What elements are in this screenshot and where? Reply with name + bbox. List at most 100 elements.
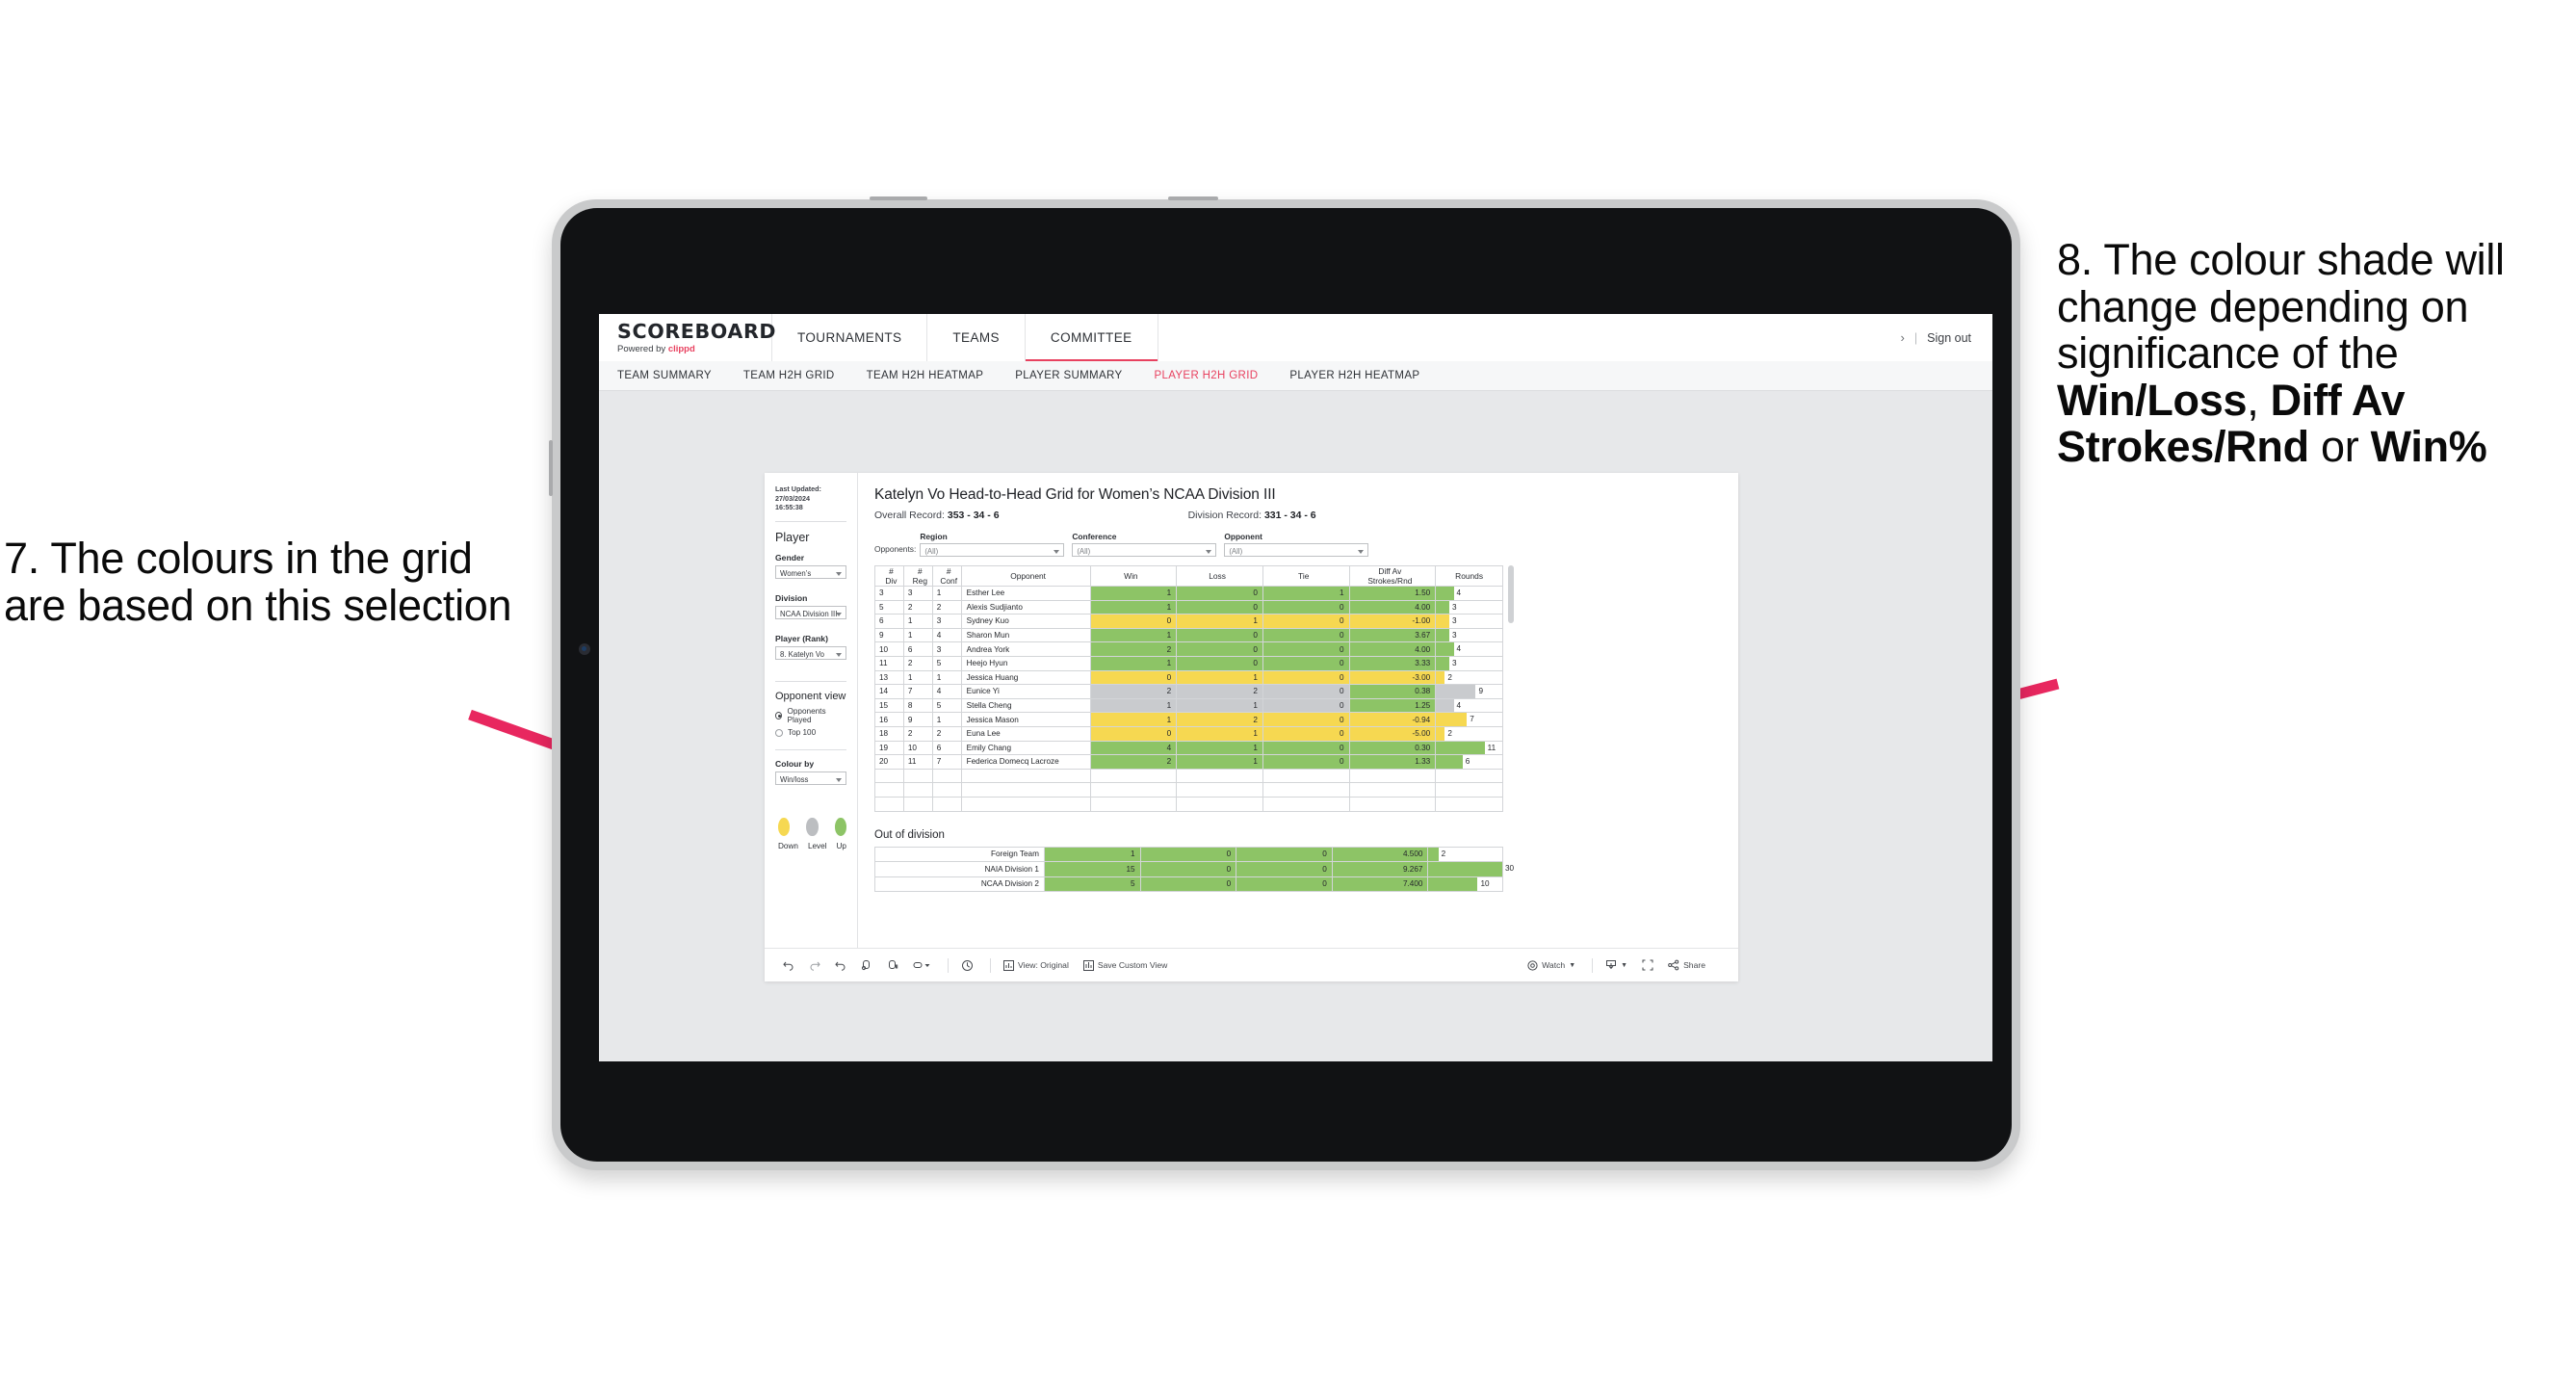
rounds-value: 2 [1441, 849, 1446, 858]
cell-win: 2 [1089, 754, 1178, 770]
pause-data-icon[interactable] [887, 959, 898, 971]
cell-diff: 4.500 [1331, 846, 1429, 862]
cell-conf: 2 [931, 599, 962, 615]
col-conf: # Conf [931, 565, 962, 587]
watch-button[interactable]: Watch ▼ [1527, 959, 1575, 971]
nav-tab-teams-label: TEAMS [952, 330, 1000, 345]
conference-filter-select[interactable]: (All) [1072, 543, 1217, 557]
nav-tab-committee-label: COMMITTEE [1050, 330, 1132, 345]
rounds-value: 2 [1447, 672, 1452, 682]
legend-label-down: Down [778, 842, 798, 851]
cell-empty [1089, 796, 1178, 812]
cell-empty [1089, 782, 1178, 798]
rounds-value: 4 [1456, 644, 1462, 654]
view-original-label: View: Original [1018, 960, 1069, 970]
subtab-player-h2h-heatmap[interactable]: PLAYER H2H HEATMAP [1289, 370, 1419, 381]
table-row: 3 3 1 Esther Lee 1 0 1 1.50 4 [874, 586, 1503, 601]
nav-tab-committee[interactable]: COMMITTEE [1025, 314, 1158, 362]
cell-empty [902, 768, 933, 784]
division-record: Division Record: 331 - 34 - 6 [1188, 510, 1316, 521]
brand-title: SCOREBOARD [617, 319, 777, 343]
redo-icon[interactable] [809, 959, 820, 971]
grid-scrollbar-thumb[interactable] [1508, 565, 1514, 623]
share-button[interactable]: Share [1668, 959, 1705, 971]
cell-opponent: Esther Lee [960, 586, 1091, 601]
gender-value: Women’s [780, 568, 812, 578]
division-record-value: 331 - 34 - 6 [1263, 510, 1316, 521]
annotation-right-text: 8. The colour shade will change dependin… [2057, 236, 2576, 472]
cell-empty [1435, 768, 1503, 784]
cell-empty [960, 782, 1091, 798]
radio-opponents-played[interactable]: Opponents Played [775, 707, 846, 724]
rounds-bar [1436, 642, 1454, 656]
revert-icon[interactable] [835, 959, 846, 971]
cell-loss: 0 [1176, 655, 1263, 671]
cell-win: 1 [1043, 846, 1141, 862]
alerts-icon[interactable] [961, 959, 974, 972]
cell-tie: 0 [1262, 740, 1350, 756]
toolbar-divider [948, 957, 949, 973]
cell-win: 1 [1089, 655, 1178, 671]
cell-empty [1176, 768, 1263, 784]
divider [775, 749, 846, 751]
colour-by-select[interactable]: Win/loss [775, 771, 846, 786]
refresh-data-icon[interactable] [861, 959, 872, 971]
subtab-player-summary[interactable]: PLAYER SUMMARY [1015, 370, 1122, 381]
col-diff-l1: Diff Av [1378, 566, 1402, 576]
highlight-icon[interactable] [913, 959, 931, 971]
annotation-right-bold-winpct: Win% [2370, 422, 2487, 472]
rounds-bar [1436, 741, 1485, 755]
subtab-team-h2h-heatmap[interactable]: TEAM H2H HEATMAP [867, 370, 984, 381]
gender-label: Gender [775, 553, 805, 563]
division-select[interactable]: NCAA Division III [775, 606, 846, 620]
region-filter-select[interactable]: (All) [920, 543, 1065, 557]
cell-reg: 1 [902, 669, 933, 686]
cell-diff: 7.400 [1331, 876, 1429, 892]
rounds-bar [1436, 587, 1454, 600]
sign-out-link[interactable]: Sign out [1927, 331, 1971, 345]
download-button[interactable]: ▼ [1605, 959, 1627, 971]
save-custom-view-button[interactable]: Save Custom View [1082, 959, 1167, 971]
cell-empty [931, 782, 962, 798]
table-row: 14 7 4 Eunice Yi 2 2 0 0.38 9 [874, 684, 1503, 699]
undo-icon[interactable] [783, 959, 794, 971]
subtab-team-summary[interactable]: TEAM SUMMARY [617, 370, 712, 381]
cell-div: 19 [874, 740, 904, 756]
nav-tab-teams[interactable]: TEAMS [927, 314, 1026, 361]
cell-empty [1176, 782, 1263, 798]
cell-conf: 4 [931, 627, 962, 643]
radio-top-100[interactable]: Top 100 [775, 728, 846, 737]
radio-opponents-played-label: Opponents Played [787, 707, 826, 725]
table-row-empty [874, 796, 1503, 812]
chevron-down-icon: ▼ [1621, 961, 1628, 969]
view-original-button[interactable]: View: Original [1003, 959, 1069, 971]
subtab-player-h2h-grid[interactable]: PLAYER H2H GRID [1154, 370, 1258, 381]
opponent-filter-select[interactable]: (All) [1224, 543, 1369, 557]
cell-win: 0 [1089, 614, 1178, 629]
cell-rounds: 2 [1435, 669, 1503, 686]
radio-selected-icon [775, 712, 783, 720]
table-row: 20 11 7 Federica Domecq Lacroze 2 1 0 1.33 6 [874, 754, 1503, 770]
brand-powered-prefix: Powered by [617, 343, 668, 354]
annotation-right-mid2: or [2308, 422, 2371, 472]
nav-tab-tournaments[interactable]: TOURNAMENTS [772, 314, 928, 361]
subtab-team-h2h-grid[interactable]: TEAM H2H GRID [743, 370, 835, 381]
fullscreen-button[interactable] [1642, 959, 1653, 971]
tablet-volume-button [1168, 196, 1218, 200]
app-top-nav: SCOREBOARD Powered by clippd TOURNAMENTS… [599, 314, 1992, 362]
legend-label-up: Up [836, 842, 846, 851]
gender-select[interactable]: Women’s [775, 565, 846, 580]
player-rank-select[interactable]: 8. Katelyn Vo [775, 646, 846, 661]
cell-conf: 3 [931, 641, 962, 657]
col-div-l1: # [889, 566, 894, 576]
brand-logo[interactable]: SCOREBOARD Powered by clippd [599, 314, 776, 361]
cell-rounds: 11 [1435, 740, 1503, 756]
chevron-right-icon[interactable]: › [1901, 330, 1905, 345]
table-row: Foreign Team 1 0 0 4.500 2 [874, 846, 1503, 862]
col-opponent: Opponent [960, 565, 1091, 587]
cell-conf: 3 [931, 614, 962, 629]
cell-reg: 2 [902, 725, 933, 742]
rounds-value: 6 [1465, 757, 1470, 767]
overall-record: Overall Record: 353 - 34 - 6 [874, 510, 1000, 521]
colour-legend-swatches [775, 818, 846, 837]
